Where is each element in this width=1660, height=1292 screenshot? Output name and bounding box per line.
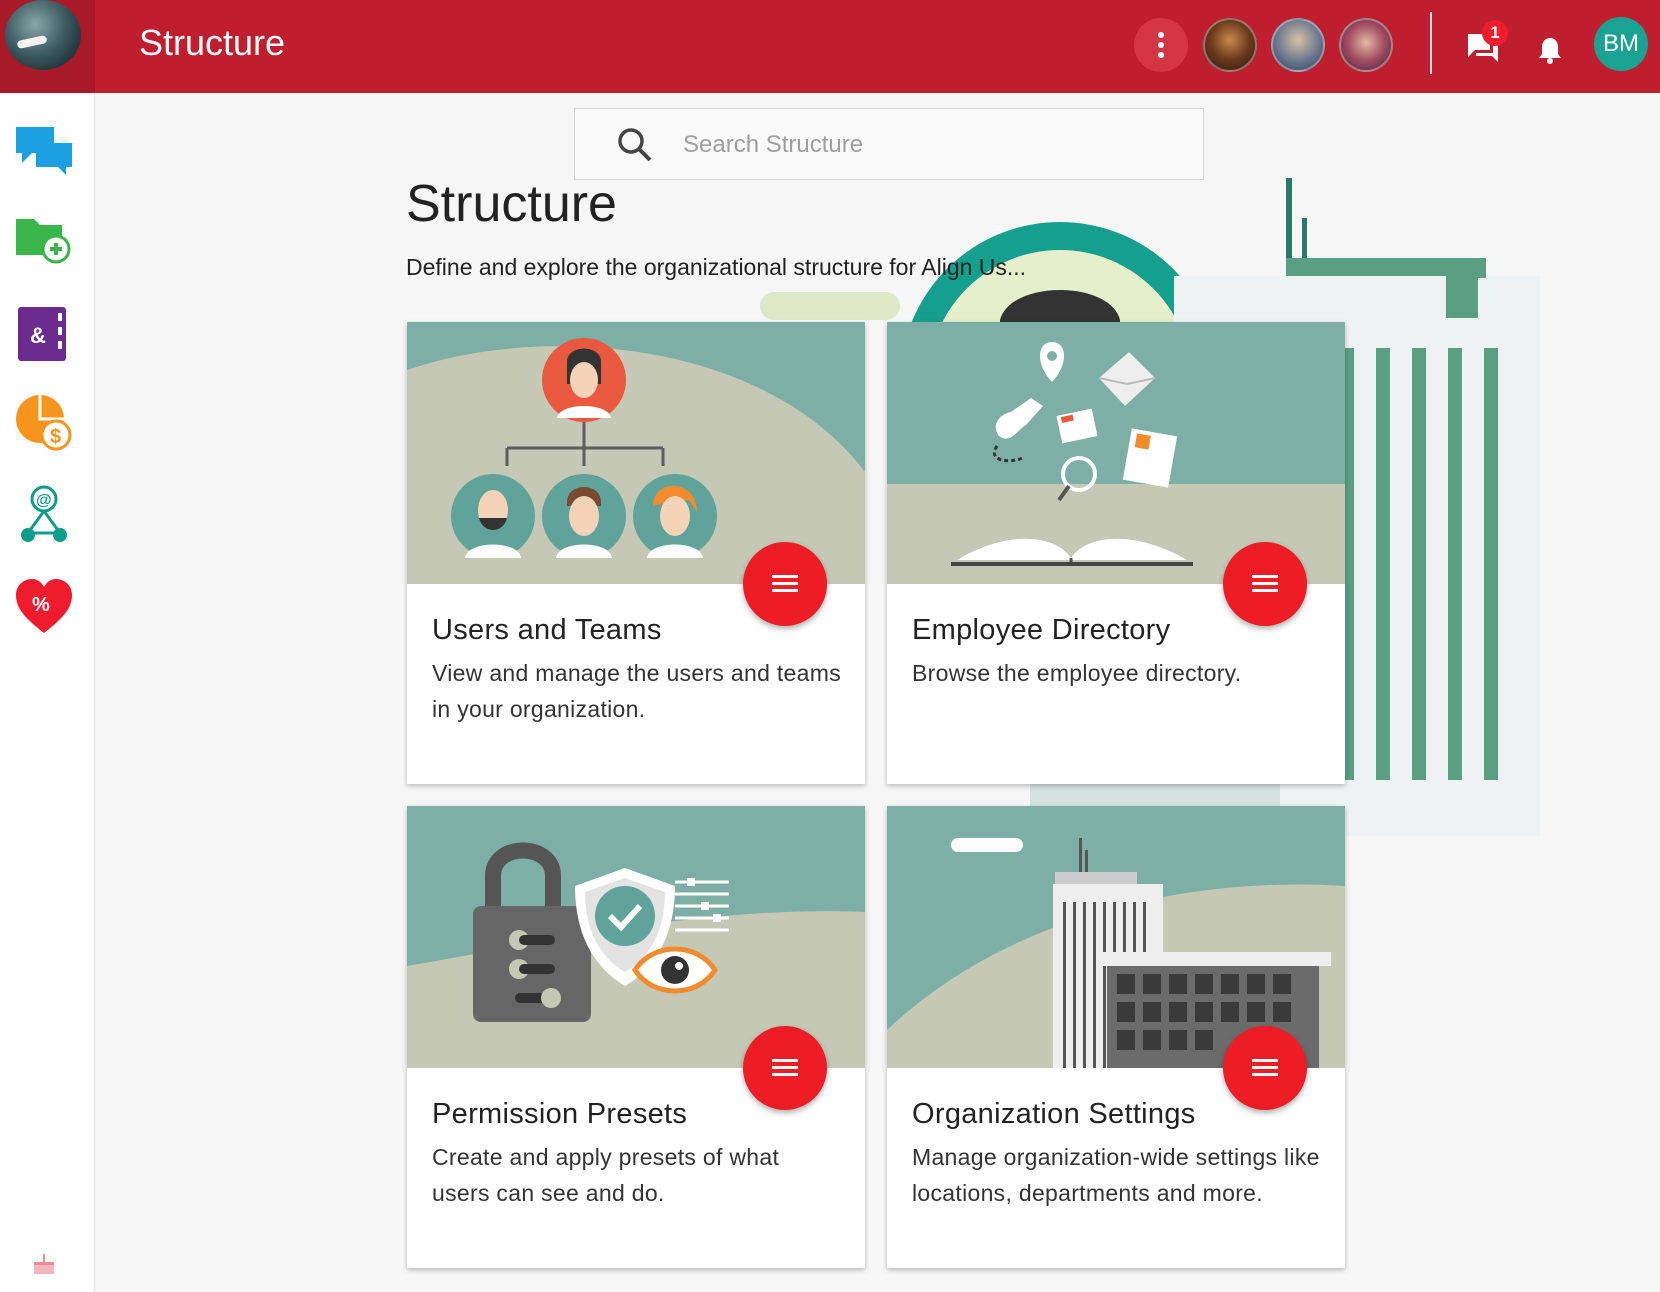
org-network-icon: @: [21, 485, 67, 542]
card-title: Permission Presets: [432, 1098, 688, 1130]
sidebar-item-files[interactable]: [14, 211, 74, 271]
org-logo-cell[interactable]: [0, 0, 95, 93]
svg-text:&: &: [30, 323, 46, 348]
messages-badge: 1: [1482, 20, 1508, 46]
card-title: Employee Directory: [912, 614, 1171, 646]
recent-user-avatar[interactable]: [1271, 18, 1325, 72]
top-bar: Structure 1 BM: [0, 0, 1660, 93]
card-description: View and manage the users and teams in y…: [432, 660, 841, 722]
sidebar-item-structure[interactable]: @: [14, 485, 74, 545]
card-title: Users and Teams: [432, 614, 662, 646]
sidebar-item-compensation[interactable]: $: [14, 393, 74, 453]
user-avatar[interactable]: BM: [1594, 17, 1648, 71]
more-options-button[interactable]: [1134, 18, 1188, 72]
card-organization-settings[interactable]: Organization Settings Manage organizatio…: [887, 806, 1345, 1268]
header-divider: [1430, 12, 1432, 74]
menu-line-icon: [772, 582, 798, 585]
directory-book-icon: &: [18, 307, 66, 361]
menu-line-icon: [772, 575, 798, 578]
menu-line-icon: [772, 1059, 798, 1062]
sidebar-item-directory[interactable]: &: [14, 303, 74, 363]
menu-line-icon: [772, 1066, 798, 1069]
svg-text:%: %: [32, 594, 50, 616]
card-description: Browse the employee directory.: [912, 660, 1242, 686]
birthday-cake-icon[interactable]: [32, 1250, 56, 1281]
page-subtitle: Define and explore the organizational st…: [406, 254, 1027, 280]
employee-directory-menu-button[interactable]: [1223, 542, 1307, 626]
svg-text:$: $: [50, 426, 61, 448]
folder-add-icon: [16, 219, 71, 264]
card-permission-presets[interactable]: Permission Presets Create and apply pres…: [407, 806, 865, 1268]
menu-line-icon: [772, 589, 798, 592]
menu-line-icon: [1252, 589, 1278, 592]
card-description: Manage organization-wide settings like l…: [912, 1144, 1320, 1206]
card-description: Create and apply presets of what users c…: [432, 1144, 780, 1206]
notifications-bell-icon[interactable]: [1537, 36, 1563, 69]
users-teams-menu-button[interactable]: [743, 542, 827, 626]
sidebar-item-messages[interactable]: [14, 121, 74, 181]
more-dot-icon: [1158, 32, 1164, 38]
menu-line-icon: [772, 1073, 798, 1076]
search-icon: [617, 127, 653, 168]
recent-user-avatar[interactable]: [1203, 18, 1257, 72]
menu-line-icon: [1252, 582, 1278, 585]
chat-bubbles-icon: [16, 127, 72, 175]
card-title: Organization Settings: [912, 1098, 1196, 1130]
more-dot-icon: [1158, 52, 1164, 58]
svg-text:@: @: [36, 492, 52, 509]
menu-line-icon: [1252, 1066, 1278, 1069]
sidebar-item-wellness[interactable]: %: [14, 577, 74, 637]
menu-line-icon: [1252, 575, 1278, 578]
heart-percent-icon: %: [16, 579, 72, 633]
permission-presets-menu-button[interactable]: [743, 1026, 827, 1110]
menu-line-icon: [1252, 1059, 1278, 1062]
pie-dollar-icon: $: [16, 395, 72, 451]
recent-user-avatar[interactable]: [1339, 18, 1393, 72]
app-title: Structure: [139, 22, 286, 63]
card-users-and-teams[interactable]: Users and Teams View and manage the user…: [407, 322, 865, 784]
menu-line-icon: [1252, 1073, 1278, 1076]
search-input[interactable]: [683, 123, 1163, 167]
sidebar: & $ @ %: [0, 93, 95, 1292]
card-employee-directory[interactable]: Employee Directory Browse the employee d…: [887, 322, 1345, 784]
org-logo[interactable]: [5, 0, 81, 70]
more-dot-icon: [1158, 42, 1164, 48]
page-title: Structure: [406, 175, 617, 233]
organization-settings-menu-button[interactable]: [1223, 1026, 1307, 1110]
